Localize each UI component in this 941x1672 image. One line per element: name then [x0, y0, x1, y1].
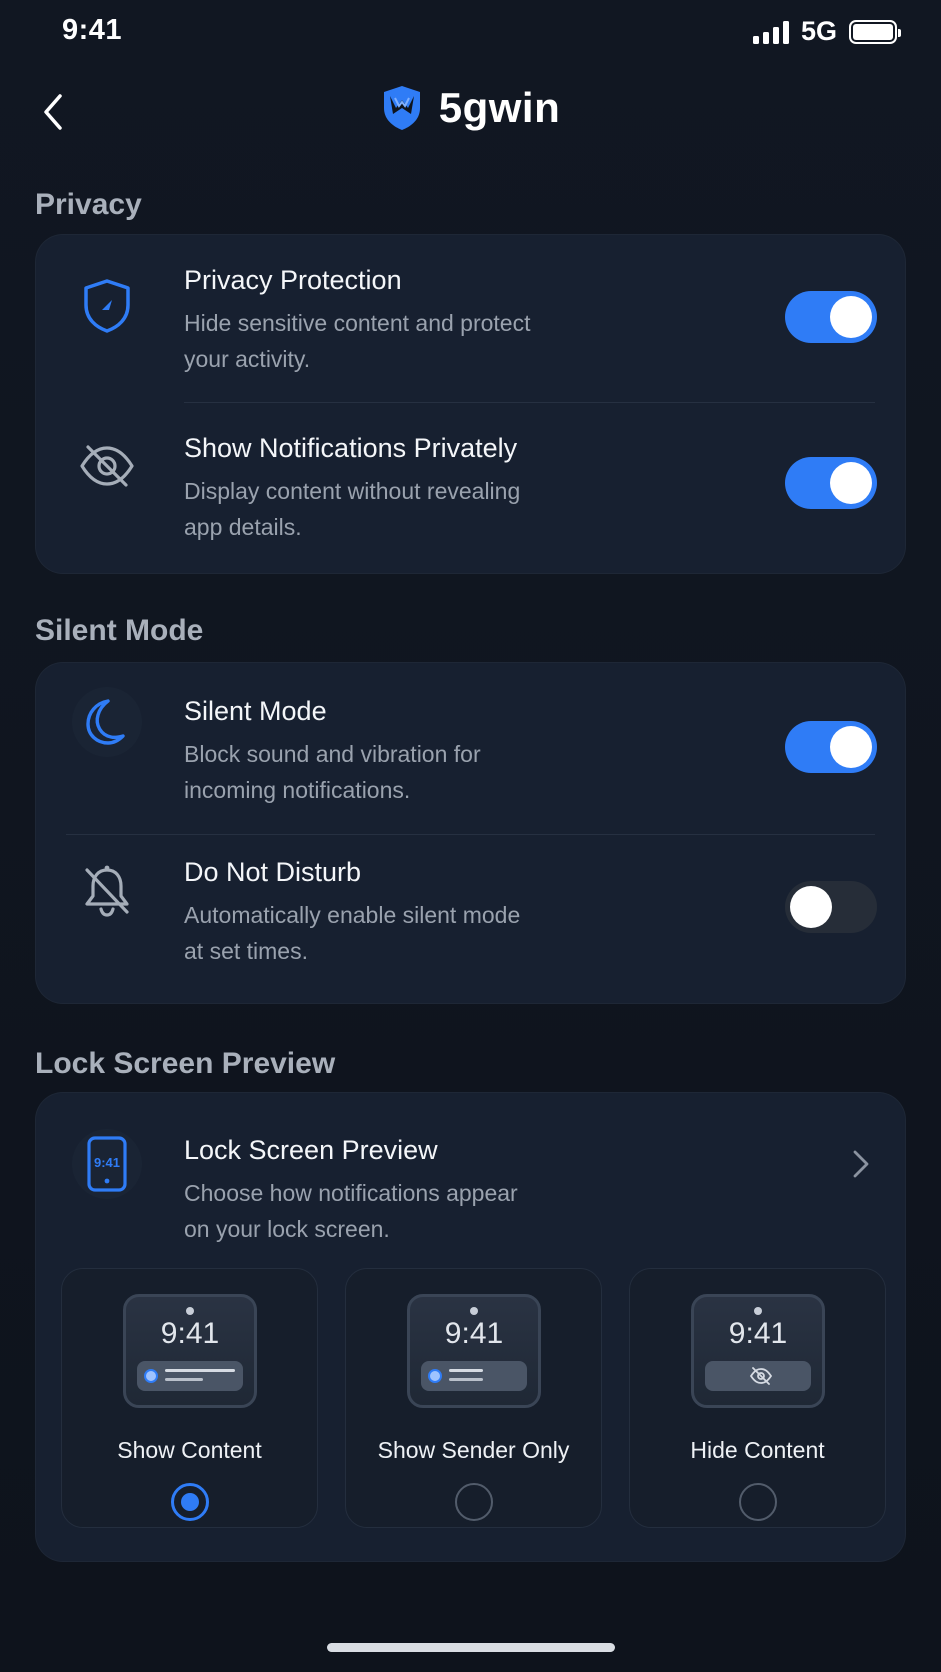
- lock-screen-mockup: 9:41: [691, 1294, 825, 1408]
- home-indicator[interactable]: [327, 1643, 615, 1652]
- privacy-card: Privacy Protection Hide sensitive conten…: [35, 234, 906, 574]
- lock-screen-card: 9:41 Lock Screen Preview Choose how noti…: [35, 1092, 906, 1562]
- status-time: 9:41: [62, 14, 123, 46]
- option-label: Show Sender Only: [377, 1437, 570, 1463]
- lock-screen-preview-row[interactable]: 9:41 Lock Screen Preview Choose how noti…: [36, 1093, 905, 1253]
- network-label: 5G: [800, 16, 837, 46]
- setting-title: Privacy Protection: [184, 265, 402, 295]
- description-line: Automatically enable silent mode: [184, 902, 521, 928]
- radio-unselected[interactable]: [455, 1483, 493, 1521]
- status-bar: 9:41 5G: [0, 0, 941, 66]
- notification-preview: [137, 1361, 243, 1391]
- silent-mode-card: Silent Mode Block sound and vibration fo…: [35, 662, 906, 1004]
- description-line: Block sound and vibration for: [184, 741, 481, 767]
- setting-row-silent-mode: Silent Mode Block sound and vibration fo…: [36, 663, 905, 835]
- brand: 5gwin: [0, 84, 941, 132]
- shield-icon: [72, 271, 142, 341]
- moon-icon: [72, 687, 142, 757]
- setting-row-privacy-protection: Privacy Protection Hide sensitive conten…: [36, 235, 905, 405]
- phone-icon: 9:41: [72, 1129, 142, 1199]
- eye-off-icon: [749, 1367, 773, 1385]
- description-line: on your lock screen.: [184, 1216, 390, 1242]
- description-line: incoming notifications.: [184, 777, 411, 803]
- divider: [184, 402, 875, 403]
- radio-selected[interactable]: [171, 1483, 209, 1521]
- option-hide-content[interactable]: 9:41 Hide Content: [629, 1268, 886, 1528]
- option-show-content[interactable]: 9:41 Show Content: [61, 1268, 318, 1528]
- section-title-silent-mode: Silent Mode: [35, 614, 204, 647]
- section-title-privacy: Privacy: [35, 188, 142, 221]
- description-line: Choose how notifications appear: [184, 1180, 518, 1206]
- description-line: Display content without revealing: [184, 478, 521, 504]
- mockup-time: 9:41: [444, 1317, 504, 1350]
- setting-title: Do Not Disturb: [184, 857, 362, 887]
- option-label: Hide Content: [690, 1437, 825, 1463]
- silent-mode-toggle[interactable]: [785, 721, 877, 773]
- option-label: Show Content: [117, 1437, 262, 1463]
- setting-title: Silent Mode: [184, 696, 327, 726]
- mockup-time: 9:41: [160, 1317, 220, 1350]
- app-name: 5gwin: [438, 84, 561, 131]
- chevron-right-icon: [853, 1150, 869, 1178]
- logo-shield-icon: [383, 86, 420, 130]
- setting-description: Hide sensitive content and protect your …: [184, 305, 604, 377]
- show-notifications-privately-toggle[interactable]: [785, 457, 877, 509]
- lock-screen-mockup: 9:41: [123, 1294, 257, 1408]
- battery-icon: [849, 19, 901, 44]
- phone-icon-time: 9:41: [94, 1155, 120, 1170]
- description-line: at set times.: [184, 938, 308, 964]
- setting-description: Choose how notifications appear on your …: [184, 1175, 604, 1247]
- lock-screen-mockup: 9:41: [407, 1294, 541, 1408]
- setting-title: Show Notifications Privately: [184, 433, 518, 463]
- option-show-sender-only[interactable]: 9:41 Show Sender Only: [345, 1268, 602, 1528]
- notification-preview: [421, 1361, 527, 1391]
- description-line: Hide sensitive content and protect: [184, 310, 531, 336]
- privacy-protection-toggle[interactable]: [785, 291, 877, 343]
- setting-description: Display content without revealing app de…: [184, 473, 604, 545]
- do-not-disturb-toggle[interactable]: [785, 881, 877, 933]
- setting-description: Automatically enable silent mode at set …: [184, 897, 604, 969]
- description-line: app details.: [184, 514, 302, 540]
- setting-row-show-notifications-privately: Show Notifications Privately Display con…: [36, 405, 905, 575]
- section-title-lock-screen-preview: Lock Screen Preview: [35, 1047, 336, 1080]
- setting-title: Lock Screen Preview: [184, 1135, 438, 1165]
- header: 5gwin: [0, 74, 941, 150]
- setting-row-do-not-disturb: Do Not Disturb Automatically enable sile…: [36, 835, 905, 1005]
- screen: 9:41 5G 5gwin Privacy Privacy Protection…: [0, 0, 941, 1672]
- notification-preview: [705, 1361, 811, 1391]
- eye-off-icon: [72, 431, 142, 501]
- radio-unselected[interactable]: [739, 1483, 777, 1521]
- status-indicators: 5G: [752, 16, 901, 47]
- description-line: your activity.: [184, 346, 311, 372]
- mockup-time: 9:41: [728, 1317, 788, 1350]
- setting-description: Block sound and vibration for incoming n…: [184, 736, 604, 808]
- signal-icon: [752, 20, 789, 44]
- bell-off-icon: [72, 857, 142, 927]
